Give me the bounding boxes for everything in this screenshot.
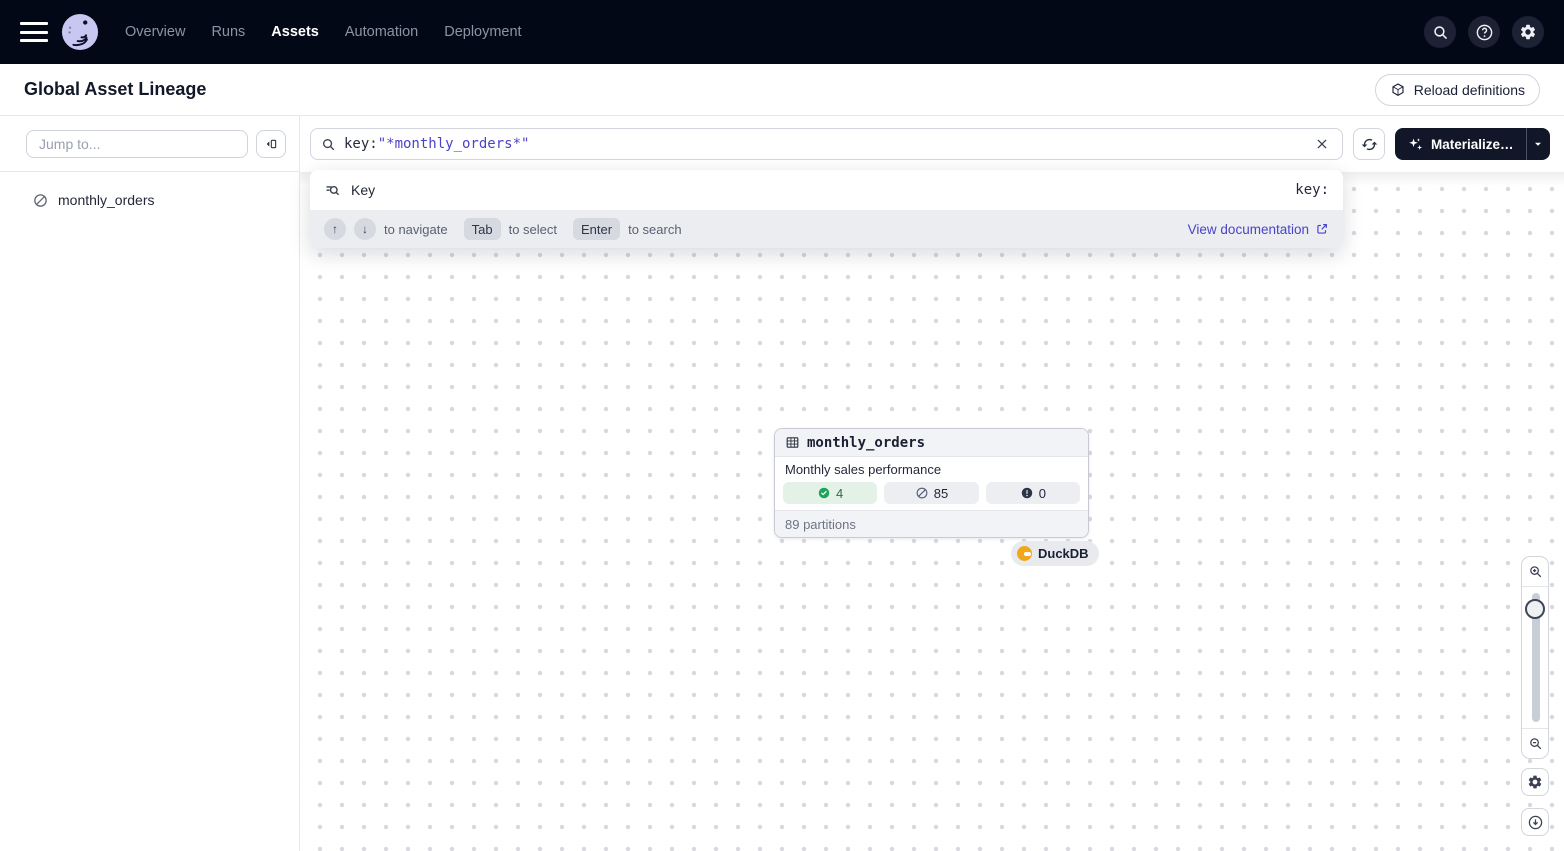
sidebar-toolbar (0, 116, 299, 172)
zoom-out-button[interactable] (1522, 729, 1548, 758)
select-hint: to select (509, 222, 557, 237)
asset-node-footer: 89 partitions (775, 510, 1088, 537)
app-root: Overview Runs Assets Automation Deployme… (0, 0, 1564, 851)
compute-kind-tag-duckdb[interactable]: DuckDB (1011, 541, 1099, 566)
materialized-count: 4 (836, 486, 843, 501)
materialize-button[interactable]: Materialize… (1395, 128, 1526, 160)
navigate-hint: to navigate (384, 222, 448, 237)
code-location-icon (1390, 82, 1406, 98)
reload-definitions-label: Reload definitions (1414, 82, 1525, 98)
sparkles-icon (1407, 136, 1424, 153)
menu-icon[interactable] (20, 22, 48, 42)
search-icon (321, 137, 336, 152)
search-icon (1432, 24, 1449, 41)
zoom-slider-handle[interactable] (1525, 599, 1545, 619)
collapse-panel-button[interactable] (256, 130, 286, 158)
settings-button[interactable] (1512, 16, 1544, 48)
zoom-in-button[interactable] (1522, 557, 1548, 586)
page-header: Global Asset Lineage Reload definitions (0, 64, 1564, 116)
asset-name: monthly_orders (807, 435, 925, 451)
materialize-label: Materialize… (1431, 137, 1514, 152)
nav-item-runs[interactable]: Runs (211, 24, 245, 40)
download-circle-icon (1527, 814, 1544, 831)
graph-settings-button[interactable] (1521, 768, 1549, 796)
lineage-main: monthly_orders Monthly sales performance… (300, 116, 1564, 851)
top-nav: Overview Runs Assets Automation Deployme… (0, 0, 1564, 64)
refresh-icon (1361, 136, 1378, 153)
asset-node-body: Monthly sales performance 4 85 0 (775, 457, 1088, 510)
suggestion-row-key[interactable]: Key key: (310, 170, 1343, 210)
asset-selection-query: key:"*monthly_orders*" (344, 136, 529, 152)
page-title: Global Asset Lineage (24, 79, 206, 100)
materialize-options-button[interactable] (1526, 128, 1550, 160)
asset-sidebar: monthly_orders (0, 116, 300, 851)
clear-search-button[interactable] (1310, 132, 1334, 156)
reload-definitions-button[interactable]: Reload definitions (1375, 74, 1540, 106)
slash-circle-icon (915, 486, 929, 500)
collapse-panel-icon (263, 136, 279, 152)
download-image-button[interactable] (1521, 808, 1549, 836)
help-icon (1475, 23, 1494, 42)
dagster-logo-icon[interactable] (61, 13, 99, 51)
asset-selection-input[interactable]: key:"*monthly_orders*" (310, 128, 1343, 160)
missing-partitions-pill: 85 (884, 482, 978, 504)
alert-circle-icon (1020, 486, 1034, 500)
dropdown-footer: ↑ ↓ to navigate Tab to select Enter to s… (310, 210, 1343, 248)
missing-count: 85 (934, 486, 948, 501)
refresh-graph-button[interactable] (1353, 128, 1385, 160)
sidebar-item-monthly-orders[interactable]: monthly_orders (0, 184, 299, 216)
failed-count: 0 (1039, 486, 1046, 501)
materialized-partitions-pill: 4 (783, 482, 877, 504)
gear-icon (1519, 23, 1537, 41)
zoom-out-icon (1528, 736, 1543, 751)
gear-icon (1527, 774, 1543, 790)
search-suggestion-dropdown: Key key: ↑ ↓ to navigate Tab to select E… (310, 170, 1343, 248)
zoom-in-icon (1528, 564, 1543, 579)
nav-item-automation[interactable]: Automation (345, 24, 418, 40)
asset-node-monthly-orders[interactable]: monthly_orders Monthly sales performance… (774, 428, 1089, 538)
enter-key-chip: Enter (573, 218, 620, 240)
suggestion-hint: key: (1295, 182, 1329, 198)
unpartitioned-status-icon (32, 192, 49, 209)
nav-item-assets[interactable]: Assets (271, 24, 319, 40)
search-button[interactable] (1424, 16, 1456, 48)
check-circle-icon (817, 486, 831, 500)
search-hint: to search (628, 222, 681, 237)
jump-to-input[interactable] (26, 130, 248, 158)
duckdb-icon (1017, 546, 1032, 561)
asset-description: Monthly sales performance (783, 461, 1080, 482)
compute-kind-label: DuckDB (1038, 546, 1089, 561)
failed-partitions-pill: 0 (986, 482, 1080, 504)
query-value-token: "*monthly_orders*" (378, 136, 530, 152)
asset-node-header: monthly_orders (775, 429, 1088, 457)
help-button[interactable] (1468, 16, 1500, 48)
sidebar-item-label: monthly_orders (58, 192, 155, 208)
chevron-down-icon (1532, 138, 1544, 150)
partition-status-pills: 4 85 0 (783, 482, 1080, 504)
nav-item-deployment[interactable]: Deployment (444, 24, 521, 40)
nav-utilities (1424, 16, 1544, 48)
arrow-down-key-icon: ↓ (354, 218, 376, 240)
filter-search-icon (324, 182, 341, 199)
primary-nav: Overview Runs Assets Automation Deployme… (125, 24, 522, 40)
suggestion-label: Key (351, 182, 375, 198)
materialize-split-button: Materialize… (1395, 128, 1550, 160)
partitions-count-label: 89 partitions (785, 517, 856, 532)
zoom-slider (1522, 587, 1548, 728)
close-icon (1315, 137, 1329, 151)
external-link-icon (1315, 222, 1329, 236)
view-documentation-link[interactable]: View documentation (1188, 222, 1329, 237)
view-documentation-label: View documentation (1188, 222, 1309, 237)
tab-key-chip: Tab (464, 218, 501, 240)
table-icon (785, 435, 800, 450)
nav-item-overview[interactable]: Overview (125, 24, 185, 40)
query-key-token: key: (344, 136, 378, 152)
arrow-up-key-icon: ↑ (324, 218, 346, 240)
zoom-control-group (1521, 556, 1549, 759)
